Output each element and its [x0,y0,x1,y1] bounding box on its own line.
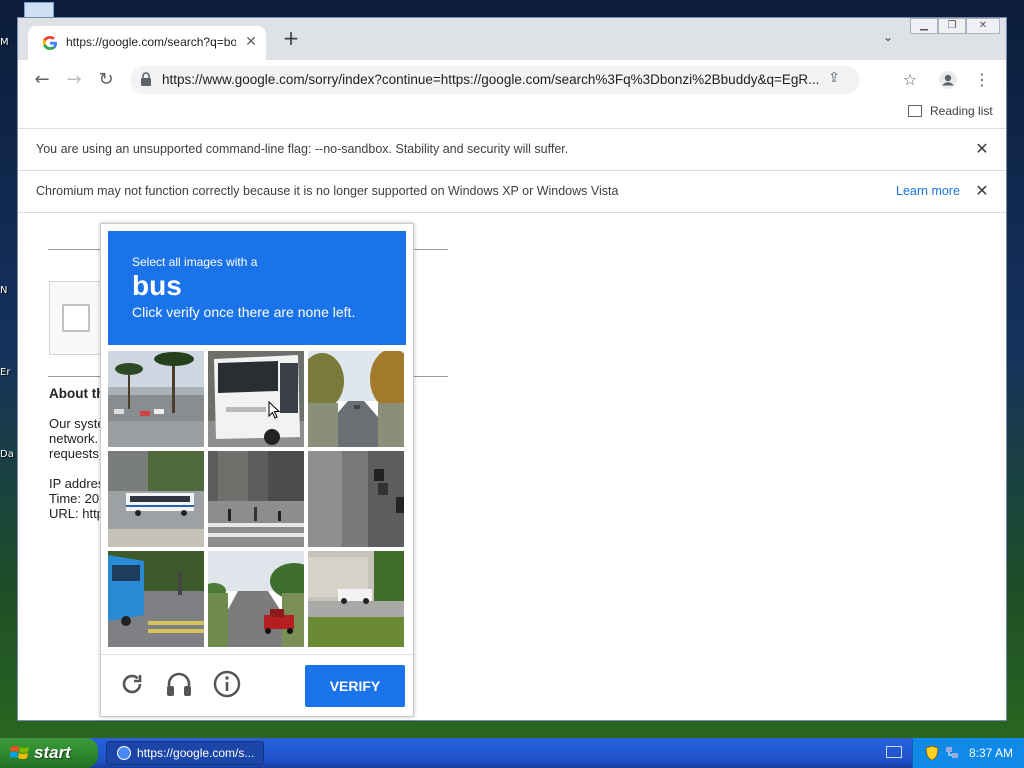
desktop-icon-label[interactable]: N [0,285,18,296]
share-icon[interactable]: ⇪ [824,70,844,90]
verify-button[interactable]: VERIFY [305,665,405,707]
toolbar: ← → ↻ https://www.google.com/sorry/index… [18,60,1006,100]
browser-window: https://google.com/search?q=bonzi ✕ + ⌄ … [17,17,1007,721]
recaptcha-checkbox[interactable] [62,304,90,332]
restore-button[interactable]: ❐ [938,18,966,34]
taskbar: start https://google.com/s... 8:37 AM [0,738,1024,768]
security-shield-icon[interactable] [925,745,939,761]
ip-address-label: IP addres [49,476,105,491]
reading-list-button[interactable]: Reading list [908,104,993,118]
google-favicon-icon [42,35,58,51]
bookmark-bar: Reading list [18,100,1006,129]
info-icon[interactable] [212,669,242,699]
infobar-sandbox: You are using an unsupported command-lin… [18,129,1006,171]
reading-list-label: Reading list [930,104,993,118]
reading-list-icon [908,105,922,117]
chromium-icon [117,746,131,760]
network-icon[interactable] [945,745,959,761]
time-label: Time: 20 [49,491,100,506]
desktop-icon-label[interactable]: Da [0,449,18,460]
target-object: bus [132,270,182,301]
desktop-icon-label[interactable]: M [0,37,18,48]
new-tab-button[interactable]: + [280,28,302,50]
challenge-footer: VERIFY [101,654,413,717]
infobar-message: Chromium may not function correctly beca… [36,184,619,198]
taskbar-item-title: https://google.com/s... [137,746,255,760]
captcha-tile[interactable] [208,351,304,447]
desktop-icon[interactable] [24,2,54,18]
captcha-tile[interactable] [308,551,404,647]
tab-strip: https://google.com/search?q=bonzi ✕ + ⌄ … [18,18,1006,60]
minimize-button[interactable]: ▁ [910,18,938,34]
learn-more-link[interactable]: Learn more [896,184,960,198]
url-label: URL: http [49,506,104,521]
captcha-tile[interactable] [208,551,304,647]
menu-kebab-icon[interactable]: ⋮ [972,70,992,90]
challenge-header: Select all images with a bus Click verif… [108,231,406,345]
close-icon[interactable]: ✕ [972,181,992,201]
bookmark-star-icon[interactable]: ☆ [900,70,920,90]
infobar-unsupported-os: Chromium may not function correctly beca… [18,171,1006,213]
captcha-tile[interactable] [108,451,204,547]
captcha-tile[interactable] [308,351,404,447]
image-grid [108,351,406,649]
reload-challenge-icon[interactable] [117,669,147,699]
start-label: start [34,743,71,762]
page-heading: About th [49,386,105,401]
back-arrow-icon[interactable]: ← [30,68,54,92]
recaptcha-challenge: Select all images with a bus Click verif… [100,223,414,717]
url-text[interactable]: https://www.google.com/sorry/index?conti… [162,72,852,87]
lock-icon[interactable] [140,72,154,88]
keyboard-icon[interactable] [886,746,902,758]
system-tray: 8:37 AM [912,738,1024,768]
reload-icon[interactable]: ↻ [94,68,118,92]
body-line: network. [49,431,99,446]
taskbar-clock[interactable]: 8:37 AM [969,746,1013,760]
start-button[interactable]: start [0,738,98,768]
tab-title: https://google.com/search?q=bonzi [66,35,236,49]
mouse-cursor-icon [268,400,281,419]
instruction-subtext: Click verify once there are none left. [132,304,356,320]
close-window-button[interactable]: ✕ [966,18,1000,34]
tab-active[interactable]: https://google.com/search?q=bonzi ✕ [28,26,266,60]
captcha-tile[interactable] [208,451,304,547]
captcha-tile[interactable] [108,351,204,447]
captcha-tile[interactable] [308,451,404,547]
taskbar-item-browser[interactable]: https://google.com/s... [106,741,264,765]
windows-flag-icon [9,744,30,762]
tab-close-icon[interactable]: ✕ [242,33,260,51]
instruction-text: Select all images with a [132,255,258,269]
desktop-icon-label[interactable]: Er [0,367,18,378]
profile-avatar-icon[interactable] [938,70,958,90]
body-line: requests, [49,446,103,461]
body-line: Our syste [49,416,105,431]
captcha-tile[interactable] [108,551,204,647]
forward-arrow-icon[interactable]: → [62,68,86,92]
close-icon[interactable]: ✕ [972,139,992,159]
audio-challenge-headphones-icon[interactable] [164,669,194,699]
infobar-message: You are using an unsupported command-lin… [36,142,569,156]
address-bar[interactable]: https://www.google.com/sorry/index?conti… [130,66,860,94]
tab-search-chevron-icon[interactable]: ⌄ [878,30,898,50]
